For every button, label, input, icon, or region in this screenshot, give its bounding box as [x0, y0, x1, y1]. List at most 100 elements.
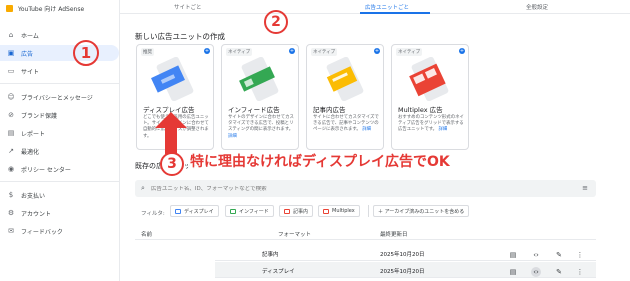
- feedback-icon: ✉: [8, 227, 14, 235]
- in-feed-format-icon: [230, 208, 236, 214]
- sidebar-item-label: ホーム: [21, 32, 39, 40]
- card-badge: ネイティブ: [311, 48, 338, 56]
- filter-label: フィルタ:: [141, 211, 165, 217]
- tab-by-ad-unit[interactable]: 広告ユニットごと: [365, 3, 409, 11]
- more-vert-icon[interactable]: ⋮: [575, 267, 585, 277]
- edit-icon[interactable]: ✎: [554, 267, 564, 277]
- privacy-icon: ☺: [7, 93, 15, 101]
- brand-safety-icon: ⊘: [8, 111, 14, 119]
- column-header-name[interactable]: 名前: [141, 230, 152, 238]
- filter-chip-in-feed[interactable]: インフィード: [225, 205, 274, 217]
- sidebar-item-label: ポリシー センター: [21, 166, 71, 174]
- sidebar-item-account[interactable]: ⚙ アカウント: [0, 205, 119, 221]
- card-description-text: サイトのデザインに合わせてカスタマイズできる広告で、投稿とリスティングの間に表示…: [228, 115, 294, 133]
- add-icon: +: [459, 48, 465, 54]
- display-ad-illustration: [151, 57, 194, 101]
- reports-icon: ▤: [7, 129, 15, 137]
- learn-more-link[interactable]: 詳細: [438, 127, 447, 132]
- card-description-text: おすすめのコンテンツ形式のネイティブ広告をグリッドで表示する広告ユニットです。: [398, 115, 464, 133]
- chip-label: ＋ アーカイブ済みのユニットを含める: [378, 208, 465, 215]
- sidebar-item-label: サイト: [21, 68, 40, 76]
- sites-icon: ▭: [7, 67, 15, 75]
- annotation-number-1: 1: [73, 40, 99, 66]
- search-input[interactable]: [150, 185, 571, 192]
- tab-general-settings[interactable]: 全般設定: [526, 3, 548, 11]
- sidebar-item-label: ブランド保護: [21, 112, 58, 120]
- sidebar-item-label: 最適化: [21, 148, 40, 156]
- in-feed-ad-illustration: [239, 57, 279, 101]
- tab-by-site[interactable]: サイトごと: [174, 3, 202, 11]
- card-description: おすすめのコンテンツ形式のネイティブ広告をグリッドで表示する広告ユニットです。 …: [398, 115, 466, 134]
- report-icon[interactable]: ▤: [508, 267, 518, 277]
- app-name: YouTube 向け AdSense: [18, 6, 85, 13]
- policy-icon: ◉: [7, 165, 15, 173]
- sidebar-item-brand-safety[interactable]: ⊘ ブランド保護: [0, 107, 119, 123]
- add-icon: +: [374, 48, 380, 54]
- adsense-logo-icon: [6, 5, 13, 12]
- edit-icon[interactable]: ✎: [554, 250, 564, 260]
- card-multiplex-ad[interactable]: ネイティブ + Multiplex 広告 おすすめのコンテンツ形式のネイティブ広…: [391, 44, 469, 150]
- sidebar-item-label: レポート: [21, 130, 46, 138]
- table-row[interactable]: 記事内 2025年10月20日 ▤ ‹› ✎ ⋮: [215, 245, 596, 261]
- sidebar-item-policy[interactable]: ◉ ポリシー センター: [0, 161, 119, 177]
- sidebar-item-sites[interactable]: ▭ サイト: [0, 63, 119, 79]
- annotation-text: 特に理由なければディスプレイ広告でOK: [188, 151, 452, 171]
- card-title: Multiplex 広告: [398, 106, 443, 114]
- include-archived-chip[interactable]: ＋ アーカイブ済みのユニットを含める: [373, 205, 470, 217]
- sidebar-item-label: 広告: [21, 50, 34, 58]
- card-title: 記事内広告: [313, 106, 346, 114]
- filter-chip-display[interactable]: ディスプレイ: [170, 205, 219, 217]
- create-section-title: 新しい広告ユニットの作成: [135, 32, 225, 41]
- filter-chip-in-article[interactable]: 記事内: [279, 205, 314, 217]
- row-updated: 2025年10月20日: [380, 269, 425, 275]
- search-bar: ⌕ ≡: [135, 180, 596, 197]
- active-tab-indicator: [360, 12, 430, 14]
- column-header-format[interactable]: フォーマット: [278, 230, 311, 238]
- sidebar-item-optimization[interactable]: ↗ 最適化: [0, 143, 119, 159]
- ads-icon: ▣: [7, 49, 15, 57]
- table-header: 名前 フォーマット 最終更新日: [135, 226, 596, 240]
- code-icon[interactable]: ‹›: [531, 250, 541, 260]
- sidebar-item-ads[interactable]: ▣ 広告: [0, 45, 119, 61]
- sidebar-item-home[interactable]: ⌂ ホーム: [0, 27, 119, 43]
- learn-more-link[interactable]: 詳細: [362, 127, 371, 132]
- card-in-article-ad[interactable]: ネイティブ + 記事内広告 サイトに合わせてカスタマイズできる広告で、記事やコン…: [306, 44, 384, 150]
- card-in-feed-ad[interactable]: ネイティブ + インフィード広告 サイトのデザインに合わせてカスタマイズできる広…: [221, 44, 299, 150]
- filter-chip-multiplex[interactable]: Multiplex: [318, 205, 360, 217]
- sidebar-item-feedback[interactable]: ✉ フィードバック: [0, 223, 119, 239]
- card-description: サイトに合わせてカスタマイズできる広告で、記事やコンテンツのページに表示されます…: [313, 115, 381, 134]
- search-icon: ⌕: [141, 184, 145, 192]
- card-badge: ネイティブ: [226, 48, 253, 56]
- filter-divider: [368, 205, 369, 217]
- sidebar-item-privacy[interactable]: ☺ プライバシーとメッセージ: [0, 89, 119, 105]
- table-row[interactable]: ディスプレイ 2025年10月20日 ▤ ‹› ✎ ⋮: [215, 262, 596, 278]
- app-brand[interactable]: YouTube 向け AdSense: [6, 4, 84, 13]
- code-icon[interactable]: ‹›: [531, 267, 541, 277]
- chip-label: 記事内: [293, 208, 309, 215]
- row-format: 記事内: [262, 252, 279, 258]
- card-badge: ネイティブ: [396, 48, 423, 56]
- sidebar-divider: [0, 83, 119, 84]
- sidebar-item-label: プライバシーとメッセージ: [21, 94, 93, 102]
- annotation-number-3: 3: [160, 152, 184, 176]
- filter-list-icon[interactable]: ≡: [582, 184, 588, 192]
- add-icon: +: [289, 48, 295, 54]
- sidebar: YouTube 向け AdSense ⌂ ホーム ▣ 広告 ▭ サイト ☺ プラ…: [0, 0, 120, 281]
- chip-label: Multiplex: [332, 208, 355, 214]
- card-badge: 推奨: [141, 48, 154, 56]
- in-article-ad-illustration: [326, 57, 364, 101]
- sidebar-item-reports[interactable]: ▤ レポート: [0, 125, 119, 141]
- optimization-icon: ↗: [8, 147, 14, 155]
- sidebar-item-label: お支払い: [21, 192, 46, 200]
- add-icon: +: [204, 48, 210, 54]
- annotation-arrow-up-icon: [155, 112, 187, 154]
- sidebar-divider: [0, 181, 119, 182]
- annotation-number-2: 2: [264, 10, 288, 34]
- display-format-icon: [175, 208, 181, 214]
- more-vert-icon[interactable]: ⋮: [575, 250, 585, 260]
- report-icon[interactable]: ▤: [508, 250, 518, 260]
- home-icon: ⌂: [8, 31, 14, 39]
- sidebar-item-payments[interactable]: $ お支払い: [0, 187, 119, 203]
- learn-more-link[interactable]: 詳細: [228, 134, 237, 139]
- column-header-updated[interactable]: 最終更新日: [380, 230, 408, 238]
